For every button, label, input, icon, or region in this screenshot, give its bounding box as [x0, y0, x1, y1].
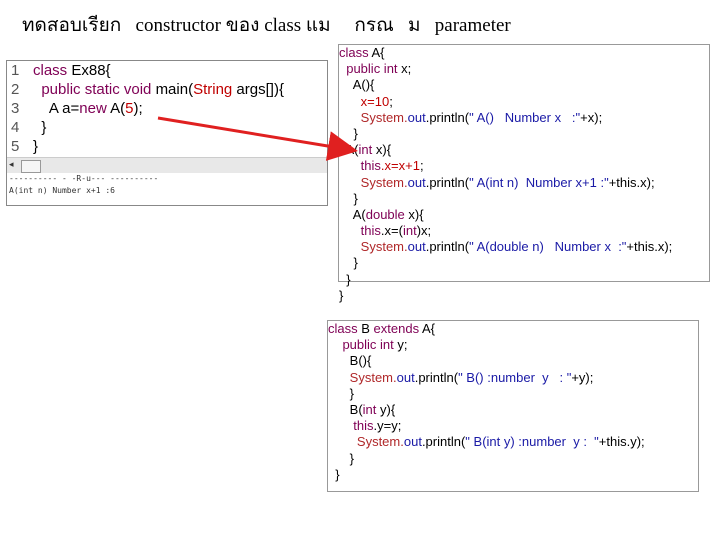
annotation-arrow — [157, 116, 358, 161]
arrow-line — [157, 116, 358, 161]
